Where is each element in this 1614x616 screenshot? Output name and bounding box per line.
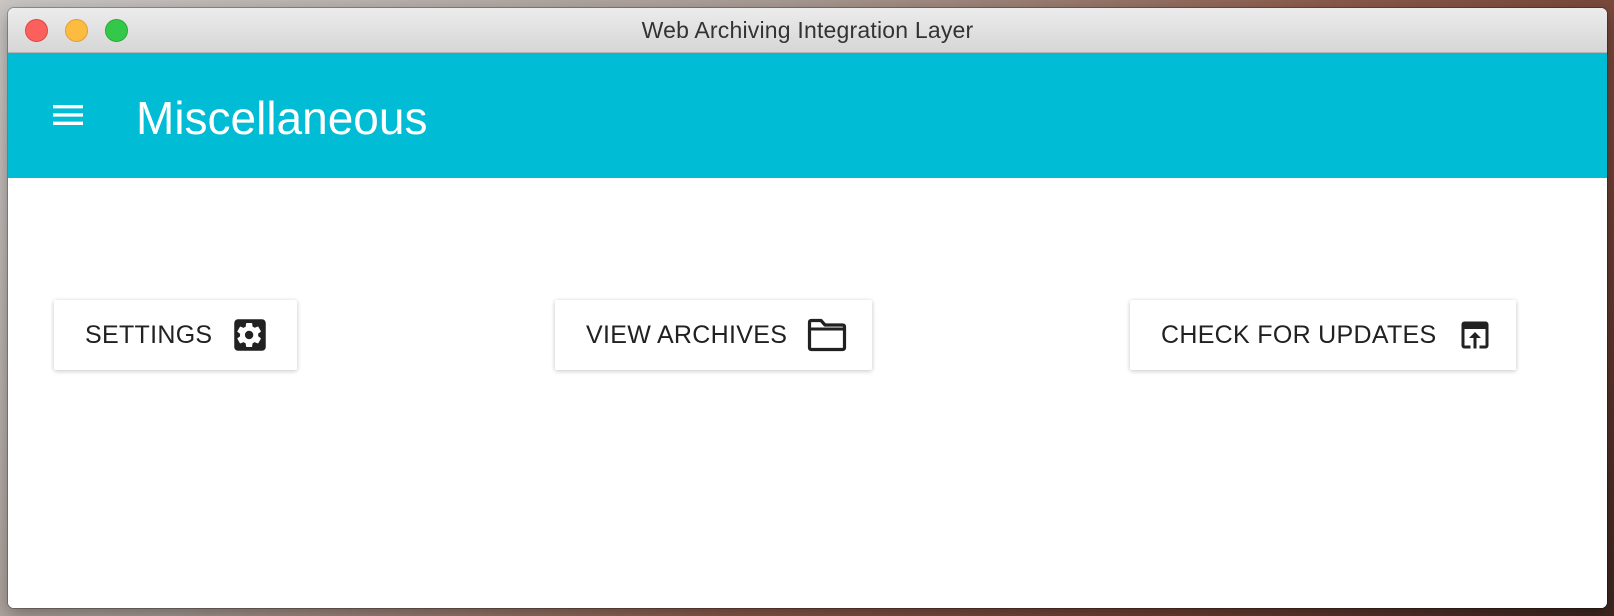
- app-bar: Miscellaneous: [8, 53, 1607, 178]
- close-window-button[interactable]: [25, 19, 48, 42]
- folder-icon: [807, 318, 847, 352]
- app-window: Web Archiving Integration Layer Miscella…: [8, 8, 1607, 608]
- open-in-browser-icon: [1457, 317, 1493, 353]
- gear-icon: [232, 317, 268, 353]
- window-titlebar: Web Archiving Integration Layer: [8, 8, 1607, 53]
- check-for-updates-button-label: CHECK FOR UPDATES: [1161, 320, 1437, 349]
- settings-button-label: SETTINGS: [85, 320, 213, 349]
- window-title: Web Archiving Integration Layer: [641, 16, 974, 43]
- menu-button[interactable]: [44, 93, 92, 141]
- page-title: Miscellaneous: [136, 92, 428, 144]
- zoom-window-button[interactable]: [105, 19, 128, 42]
- view-archives-button[interactable]: VIEW ARCHIVES: [555, 300, 872, 370]
- menu-icon: [48, 95, 88, 140]
- view-archives-button-label: VIEW ARCHIVES: [586, 320, 788, 349]
- main-content: SETTINGS VIEW ARCHIVES CHECK FOR UPDATES: [8, 178, 1607, 608]
- settings-button[interactable]: SETTINGS: [54, 300, 297, 370]
- minimize-window-button[interactable]: [65, 19, 88, 42]
- check-for-updates-button[interactable]: CHECK FOR UPDATES: [1130, 300, 1516, 370]
